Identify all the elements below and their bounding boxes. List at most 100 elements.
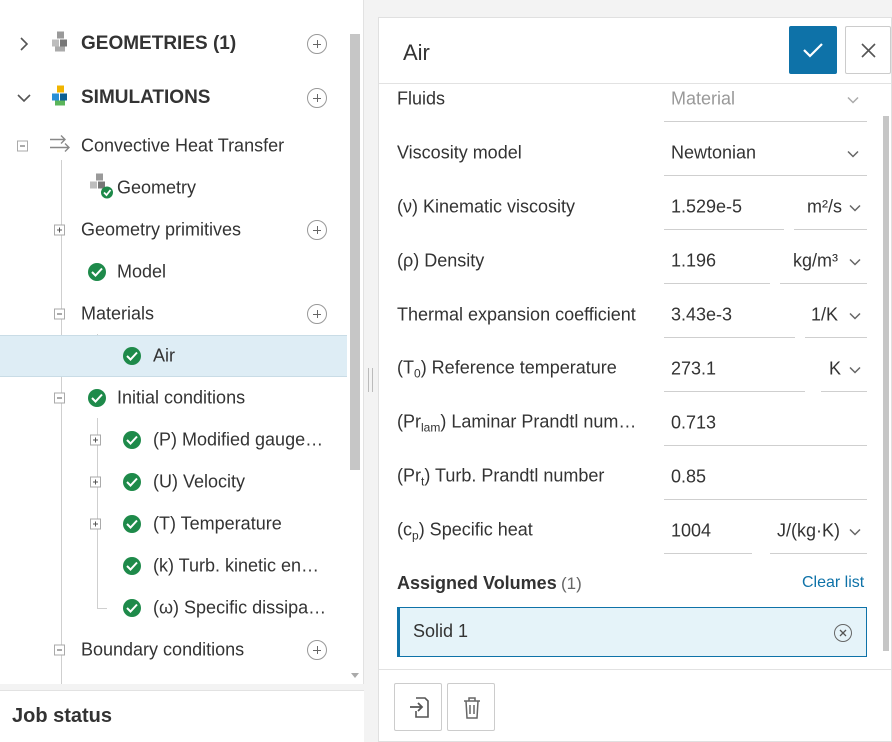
grip-line [372, 368, 373, 392]
field-label: (Prt) Turb. Prandtl number [397, 465, 605, 489]
field-kinematic-viscosity: (ν) Kinematic viscosity 1.529e-5 m²/s [379, 180, 879, 234]
tree-item-boundary-conditions[interactable]: Boundary conditions [0, 629, 347, 671]
add-simulation-button[interactable] [307, 88, 327, 108]
add-primitive-button[interactable] [307, 220, 327, 240]
field-turbulent-prandtl: (Prt) Turb. Prandtl number 0.85 [379, 450, 879, 504]
field-laminar-prandtl: (Prlam) Laminar Prandtl num… 0.713 [379, 396, 879, 450]
collapse-icon[interactable] [54, 644, 65, 656]
tree-item-air[interactable]: Air [0, 335, 347, 377]
close-icon [839, 629, 847, 637]
caret-down-icon [849, 251, 861, 272]
tree-item-geometry[interactable]: Geometry [0, 167, 347, 209]
scrollbar-thumb[interactable] [350, 34, 360, 470]
caret-down-icon [849, 359, 861, 380]
tree-item-label: Geometry [117, 177, 197, 198]
reference-temperature-input[interactable]: 273.1 [671, 359, 716, 380]
check-circle-icon [123, 347, 141, 365]
clear-list-link[interactable]: Clear list [802, 574, 864, 592]
trash-icon [464, 697, 480, 719]
panel-scrollbar[interactable] [883, 116, 889, 651]
field-label: (Prlam) Laminar Prandtl num… [397, 411, 637, 435]
field-underline [770, 553, 867, 554]
tree-item-initial-conditions[interactable]: Initial conditions [0, 377, 347, 419]
job-status-panel[interactable]: Job status [0, 690, 364, 742]
collapse-icon[interactable] [54, 392, 65, 404]
collapse-icon[interactable] [54, 308, 65, 320]
job-status-title: Job status [12, 705, 113, 727]
laminar-prandtl-input[interactable]: 0.713 [671, 413, 716, 434]
density-input[interactable]: 1.196 [671, 251, 716, 272]
assigned-volumes-count: (1) [561, 574, 582, 593]
viscosity-model-value: Newtonian [671, 142, 757, 163]
tree-simulations[interactable]: SIMULATIONS [0, 77, 347, 119]
field-underline [664, 121, 867, 122]
grip-line [368, 368, 369, 392]
simulation-cubes-icon [49, 85, 71, 112]
remove-volume-button[interactable] [834, 624, 852, 642]
caret-down-icon [847, 143, 859, 164]
add-boundary-condition-button[interactable] [307, 640, 327, 660]
field-underline [780, 283, 867, 284]
check-circle-icon [123, 431, 141, 449]
field-fluids: Fluids Material [379, 72, 879, 126]
tree-item-label: Air [153, 345, 175, 366]
divider [379, 669, 891, 670]
expand-icon[interactable] [54, 224, 65, 236]
import-button[interactable] [394, 683, 442, 731]
field-underline [821, 391, 867, 392]
add-material-button[interactable] [307, 304, 327, 324]
confirm-button[interactable] [789, 26, 837, 74]
unit-label: kg/m³ [793, 250, 838, 271]
turbulent-prandtl-input[interactable]: 0.85 [671, 467, 706, 488]
simulation-tree: GEOMETRIES (1) SIMULATIONS Convective He… [0, 0, 364, 684]
check-circle-icon [123, 557, 141, 575]
tree-item-turbulent-kinetic-energy[interactable]: (k) Turb. kinetic en… [0, 545, 347, 587]
field-label: (ν) Kinematic viscosity [397, 196, 576, 217]
check-circle-icon [123, 599, 141, 617]
check-circle-icon [88, 389, 106, 407]
scroll-down-arrow-icon[interactable] [351, 673, 359, 678]
expand-icon[interactable] [90, 476, 101, 488]
specific-heat-input[interactable]: 1004 [671, 521, 711, 542]
field-label: Viscosity model [397, 142, 522, 163]
field-reference-temperature: (T0) Reference temperature 273.1 K [379, 342, 879, 396]
thermal-expansion-input[interactable]: 3.43e-3 [671, 305, 732, 326]
tree-item-geometry-primitives[interactable]: Geometry primitives [0, 209, 347, 251]
tree-item-pressure[interactable]: (P) Modified gauge… [0, 419, 347, 461]
tree-item-label: (P) Modified gauge… [153, 429, 324, 450]
tree-item-label: Boundary conditions [81, 639, 245, 660]
add-geometry-button[interactable] [307, 34, 327, 54]
tree-item-label: Model [117, 261, 167, 282]
field-label: (T0) Reference temperature [397, 357, 617, 381]
tree-simulation-item[interactable]: Convective Heat Transfer [0, 125, 347, 167]
kinematic-viscosity-input[interactable]: 1.529e-5 [671, 197, 742, 218]
field-underline [664, 283, 770, 284]
caret-down-icon [847, 89, 859, 110]
caret-down-icon [849, 305, 861, 326]
tree-item-materials[interactable]: Materials [0, 293, 347, 335]
tree-item-label: (T) Temperature [153, 513, 282, 534]
tree-simulation-label: Convective Heat Transfer [81, 135, 285, 156]
tree-item-label: Materials [81, 303, 155, 324]
field-label: (ρ) Density [397, 250, 485, 271]
expand-icon[interactable] [90, 518, 101, 530]
tree-item-velocity[interactable]: (U) Velocity [0, 461, 347, 503]
assigned-volume-item[interactable]: Solid 1 [397, 607, 867, 657]
tree-item-temperature[interactable]: (T) Temperature [0, 503, 347, 545]
close-button[interactable] [845, 26, 891, 74]
assigned-volumes-title: Assigned Volumes [397, 573, 557, 593]
collapse-icon[interactable] [17, 140, 28, 152]
tree-scrollbar[interactable] [348, 34, 362, 684]
field-underline [664, 445, 867, 446]
delete-button[interactable] [447, 683, 495, 731]
fluids-value: Material [671, 88, 736, 109]
tree-item-model[interactable]: Model [0, 251, 347, 293]
tree-geometries[interactable]: GEOMETRIES (1) [0, 23, 347, 65]
cubes-icon [49, 31, 71, 58]
chevron-down-icon[interactable] [16, 90, 32, 106]
tree-item-specific-dissipation[interactable]: (ω) Specific dissipa… [0, 587, 347, 629]
expand-icon[interactable] [90, 434, 101, 446]
chevron-right-icon[interactable] [16, 36, 32, 52]
tree-item-label: (U) Velocity [153, 471, 246, 492]
panel-resize-handle[interactable] [368, 368, 374, 392]
